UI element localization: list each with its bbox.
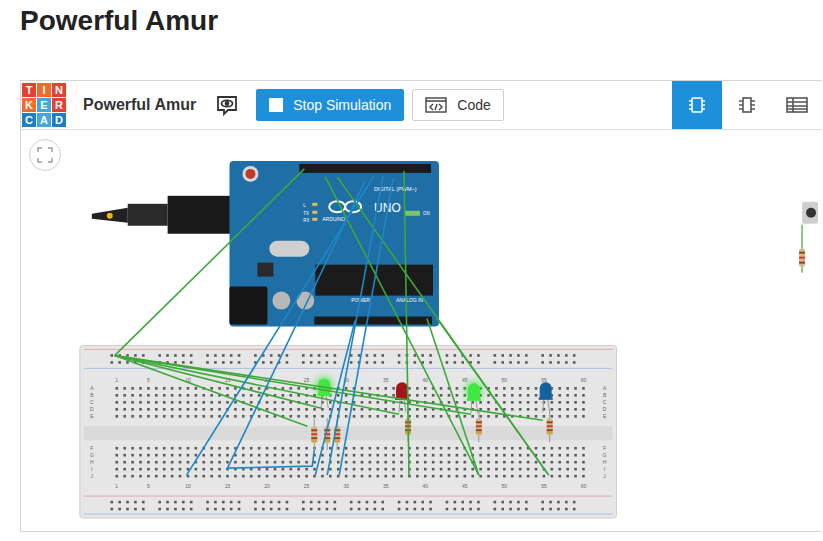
svg-text:1: 1 xyxy=(115,377,118,383)
resistor[interactable] xyxy=(476,410,482,442)
wire[interactable] xyxy=(339,179,393,475)
visibility-button[interactable] xyxy=(214,92,240,118)
logo-letter: D xyxy=(52,113,66,127)
breadboard[interactable]: 1155101015152020252530303535404045455050… xyxy=(80,345,617,518)
wire[interactable] xyxy=(327,176,383,475)
logo-letter: C xyxy=(22,113,36,127)
logo-letter: I xyxy=(37,83,51,97)
list-view-button[interactable] xyxy=(772,81,822,129)
wire[interactable] xyxy=(404,171,409,475)
svg-text:ARDUINO: ARDUINO xyxy=(322,216,345,222)
components-list-icon xyxy=(786,95,808,115)
svg-text:35: 35 xyxy=(383,377,389,383)
schematic-view-icon xyxy=(737,95,757,115)
svg-text:E: E xyxy=(90,413,94,419)
svg-text:40: 40 xyxy=(422,377,428,383)
eye-icon xyxy=(215,93,239,117)
resistor[interactable] xyxy=(311,418,317,450)
svg-text:50: 50 xyxy=(502,483,508,489)
svg-text:A: A xyxy=(603,385,607,391)
svg-text:35: 35 xyxy=(383,483,389,489)
svg-text:45: 45 xyxy=(462,483,468,489)
svg-text:F: F xyxy=(603,445,606,451)
svg-text:D: D xyxy=(90,406,94,412)
svg-text:C: C xyxy=(90,399,94,405)
circuit-canvas[interactable]: 1155101015152020252530303535404045455050… xyxy=(21,130,822,531)
svg-text:H: H xyxy=(603,459,607,465)
svg-text:I: I xyxy=(91,466,92,472)
svg-text:40: 40 xyxy=(422,483,428,489)
svg-text:30: 30 xyxy=(343,483,349,489)
tinkercad-panel: TINKERCADPowerful AmurStop SimulationCod… xyxy=(20,80,822,532)
svg-text:ANALOG IN: ANALOG IN xyxy=(396,297,423,303)
pushbutton[interactable] xyxy=(802,202,818,224)
svg-text:5: 5 xyxy=(147,483,150,489)
logo-letter: T xyxy=(22,83,36,97)
svg-text:B: B xyxy=(603,392,607,398)
code-icon xyxy=(425,97,447,113)
code-button[interactable]: Code xyxy=(412,89,503,121)
led[interactable] xyxy=(315,376,333,408)
fit-view-button[interactable] xyxy=(29,139,61,171)
svg-text:G: G xyxy=(603,452,607,458)
svg-text:C: C xyxy=(603,399,607,405)
toolbar: TIN KER CAD Powerful Amur Stop SimulationCod… xyxy=(21,81,822,130)
view-switcher xyxy=(672,81,822,129)
svg-text:10: 10 xyxy=(185,483,191,489)
svg-text:20: 20 xyxy=(264,483,270,489)
svg-text:25: 25 xyxy=(304,377,310,383)
project-name[interactable]: Powerful Amur xyxy=(83,96,196,114)
wire[interactable] xyxy=(315,321,355,476)
resistor[interactable] xyxy=(547,410,553,442)
wire[interactable] xyxy=(227,181,365,468)
svg-text:5: 5 xyxy=(147,377,150,383)
wire[interactable] xyxy=(115,169,305,356)
svg-text:1: 1 xyxy=(115,483,118,489)
svg-text:I: I xyxy=(604,466,605,472)
svg-text:L: L xyxy=(303,203,306,208)
wire[interactable] xyxy=(337,177,548,475)
svg-text:D: D xyxy=(603,406,607,412)
svg-text:60: 60 xyxy=(581,377,587,383)
resistor[interactable] xyxy=(799,225,805,273)
svg-text:60: 60 xyxy=(581,483,587,489)
svg-text:E: E xyxy=(603,413,607,419)
wire[interactable] xyxy=(187,176,375,475)
stop-icon xyxy=(269,98,283,112)
wire[interactable] xyxy=(115,355,543,420)
svg-text:ON: ON xyxy=(423,211,430,216)
svg-text:15: 15 xyxy=(225,483,231,489)
svg-text:55: 55 xyxy=(541,483,547,489)
svg-text:45: 45 xyxy=(462,377,468,383)
wire[interactable] xyxy=(437,319,549,476)
logo-letter: N xyxy=(52,83,66,97)
svg-text:A: A xyxy=(90,385,94,391)
svg-text:50: 50 xyxy=(502,377,508,383)
svg-text:G: G xyxy=(90,452,94,458)
circuit-view-button[interactable] xyxy=(672,81,722,129)
fit-view-icon xyxy=(37,147,53,163)
wire[interactable] xyxy=(325,177,479,475)
led[interactable] xyxy=(539,382,553,412)
circuit-drawing: 1155101015152020252530303535404045455050… xyxy=(21,130,822,531)
svg-text:25: 25 xyxy=(304,483,310,489)
stop-simulation-button[interactable]: Stop Simulation xyxy=(256,89,404,121)
page-title: Powerful Amur xyxy=(20,0,823,38)
logo-letter: E xyxy=(37,98,51,112)
logo-letter: R xyxy=(52,98,66,112)
logo-letter: A xyxy=(37,113,51,127)
tinkercad-logo[interactable]: TIN KER CAD xyxy=(22,83,66,127)
svg-text:J: J xyxy=(603,473,606,479)
svg-text:B: B xyxy=(90,392,94,398)
wire[interactable] xyxy=(115,355,308,426)
logo-letter: K xyxy=(22,98,36,112)
page: Powerful AmurTINKERCADPowerful AmurStop … xyxy=(0,0,823,541)
svg-text:J: J xyxy=(91,473,94,479)
svg-text:RX: RX xyxy=(303,218,309,223)
svg-text:F: F xyxy=(90,445,93,451)
schematic-view-button[interactable] xyxy=(722,81,772,129)
svg-text:TX: TX xyxy=(303,211,309,216)
svg-text:H: H xyxy=(90,459,94,465)
circuit-view-icon xyxy=(687,95,707,115)
